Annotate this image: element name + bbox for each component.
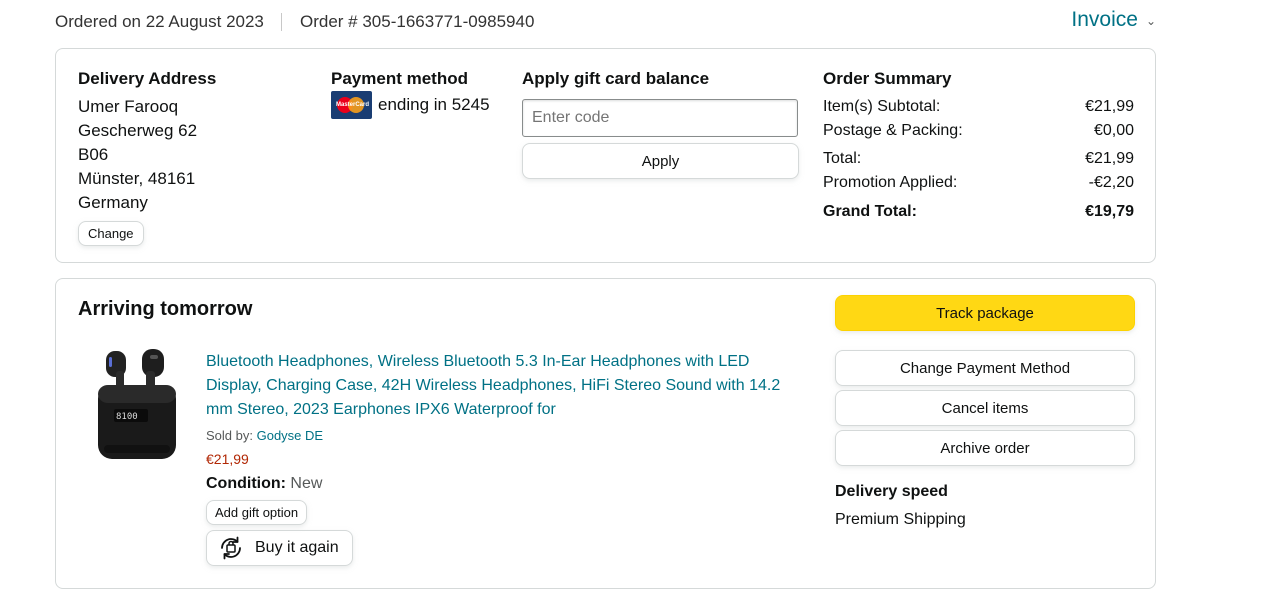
seller-link[interactable]: Godyse DE [257,428,323,443]
product-image[interactable]: 8100 [92,345,182,465]
gift-card-heading: Apply gift card balance [522,69,710,88]
address-country: Germany [78,193,148,212]
product-price: €21,99 [206,451,249,467]
summary-row-promotion: Promotion Applied: -€2,20 [823,174,1134,191]
add-gift-option-button[interactable]: Add gift option [206,500,308,525]
change-payment-method-button[interactable]: Change Payment Method [835,350,1135,386]
shipment-actions: Track package Change Payment Method Canc… [835,295,1135,532]
svg-text:8100: 8100 [116,412,138,422]
invoice-label: Invoice [1071,8,1138,31]
order-date: Ordered on 22 August 2023 [55,12,264,31]
shipment-card: Arriving tomorrow 8100 Bluetooth Headpho… [55,278,1156,589]
gift-code-input[interactable] [522,99,798,137]
mastercard-icon: MasterCard [331,91,372,119]
apply-gift-card-button[interactable]: Apply [522,143,799,179]
change-address-button[interactable]: Change [78,221,144,246]
summary-row-subtotal: Item(s) Subtotal: €21,99 [823,98,1134,115]
product-condition: Condition: New [206,475,323,492]
summary-row-grand-total: Grand Total: €19,79 [823,203,1134,220]
summary-row-total: Total: €21,99 [823,150,1134,167]
invoice-dropdown[interactable]: Invoice ⌄ [1071,8,1156,32]
delivery-address-heading: Delivery Address [78,69,217,88]
track-package-button[interactable]: Track package [835,295,1135,331]
gift-card-section: Apply gift card balance Apply [522,69,799,179]
delivery-speed-heading: Delivery speed [835,483,948,500]
order-summary-section: Order Summary Item(s) Subtotal: €21,99 Po… [823,69,1134,224]
card-ending-text: ending in 5245 [378,95,490,114]
buy-it-again-label: Buy it again [255,539,339,556]
header-divider [281,13,282,31]
sold-by: Sold by: Godyse DE [206,428,324,443]
chevron-down-icon: ⌄ [1145,14,1156,28]
buy-it-again-button[interactable]: Buy it again [206,530,353,566]
order-summary-heading: Order Summary [823,69,952,88]
shipment-status: Arriving tomorrow [78,298,253,320]
delivery-speed-value: Premium Shipping [835,511,966,528]
payment-method-heading: Payment method [331,69,468,88]
buy-again-icon [221,536,241,560]
cancel-items-button[interactable]: Cancel items [835,390,1135,426]
summary-row-postage: Postage & Packing: €0,00 [823,122,1134,139]
address-street: Gescherweg 62 [78,121,198,140]
archive-order-button[interactable]: Archive order [835,430,1135,466]
order-header: Ordered on 22 August 2023 Order # 305-16… [55,0,1156,44]
order-number: Order # 305-1663771-0985940 [300,12,535,31]
payment-method-section: Payment method MasterCard ending in 5245 [331,69,490,119]
address-name: Umer Farooq [78,97,179,116]
address-unit: B06 [78,145,109,164]
product-title-link[interactable]: Bluetooth Headphones, Wireless Bluetooth… [206,350,806,422]
product-info: Bluetooth Headphones, Wireless Bluetooth… [206,350,806,568]
delivery-address-section: Delivery Address Umer Farooq Gescherweg … [78,69,216,246]
order-details-card: Delivery Address Umer Farooq Gescherweg … [55,48,1156,263]
address-city: Münster, 48161 [78,169,196,188]
